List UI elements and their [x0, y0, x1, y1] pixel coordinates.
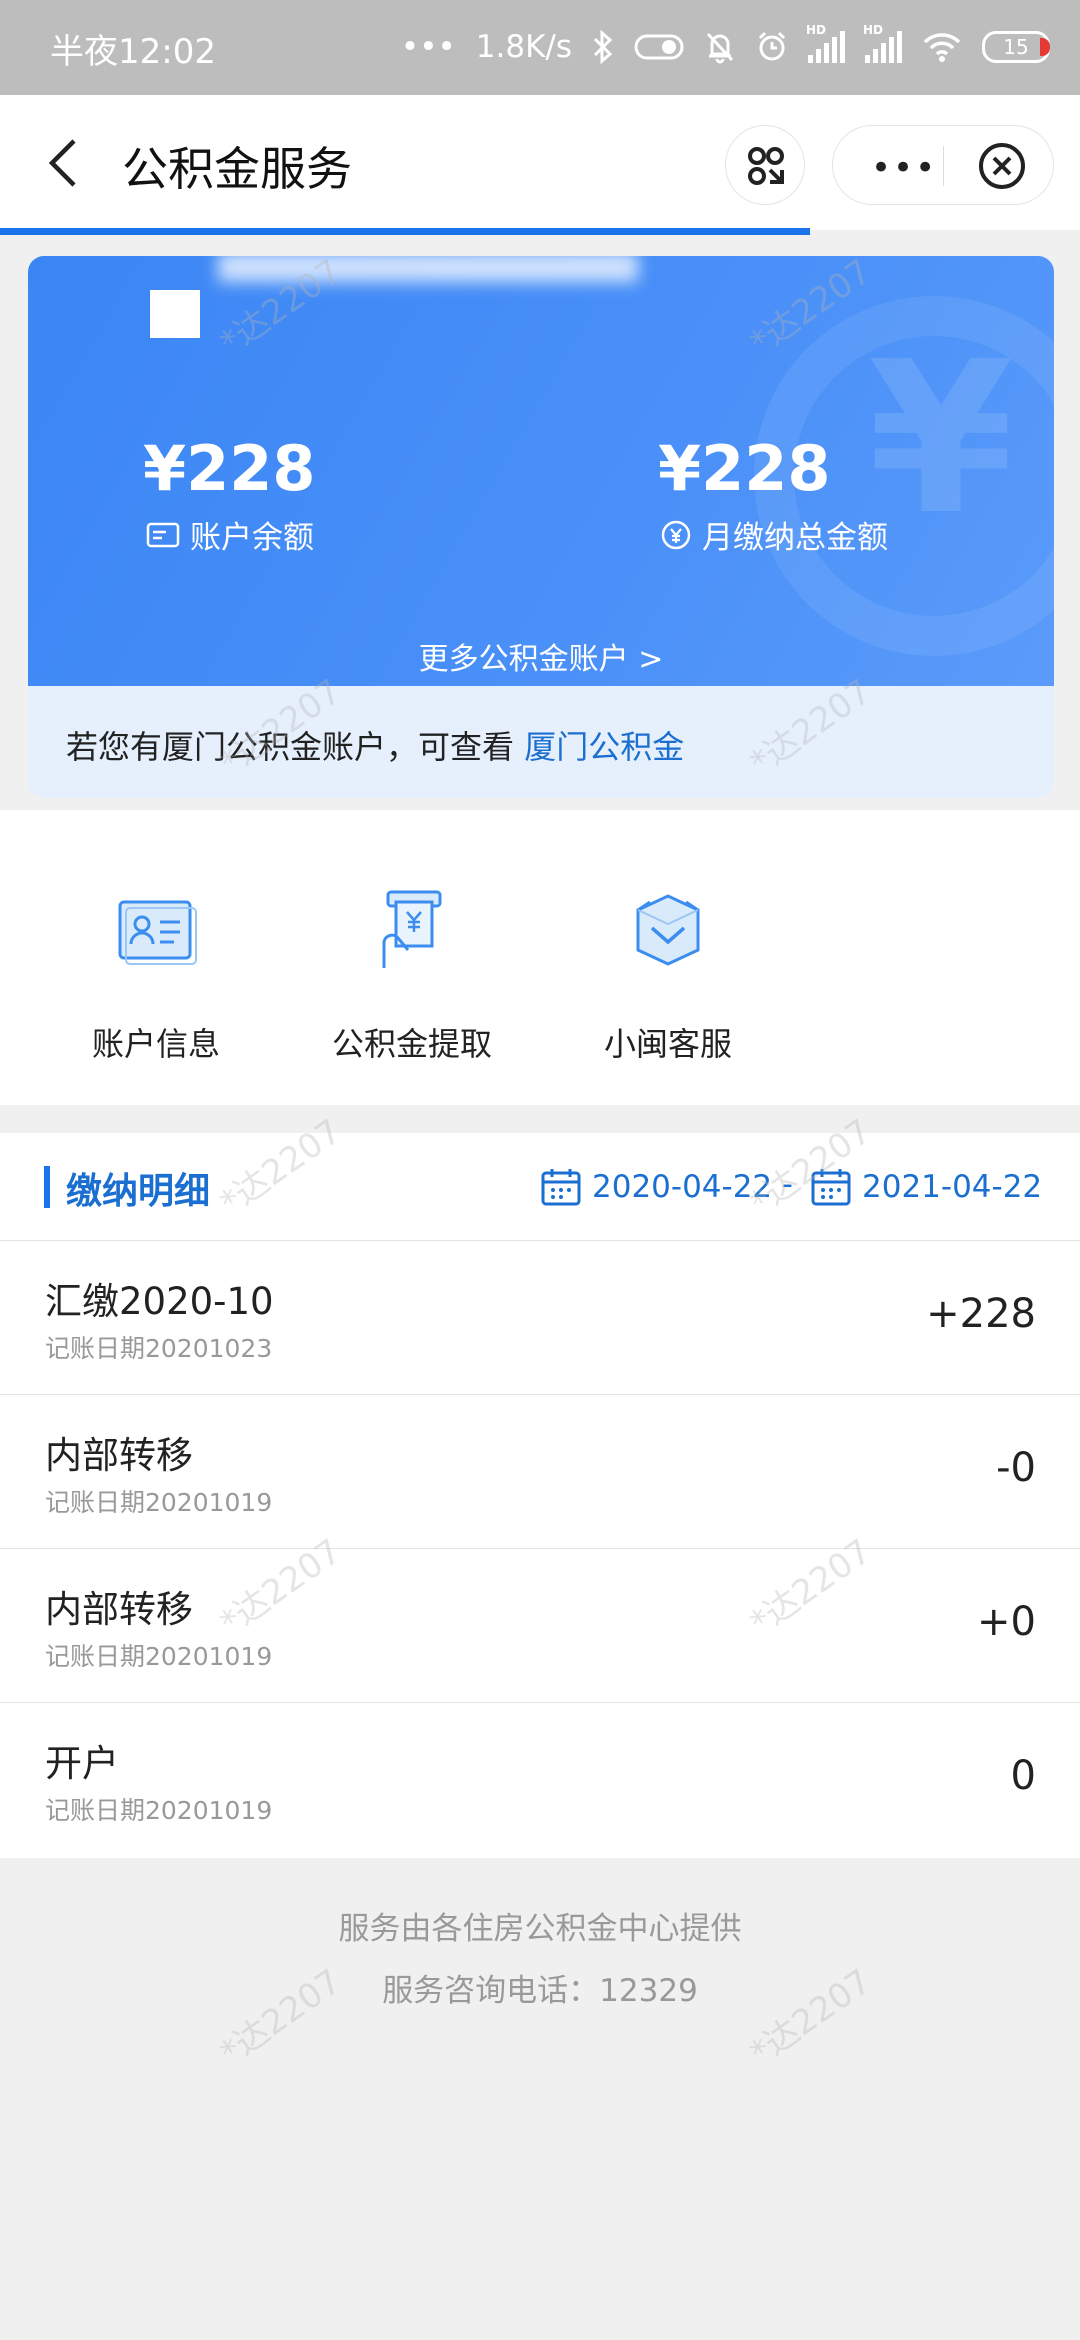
xiamen-notice: 若您有厦门公积金账户，可查看 厦门公积金	[28, 686, 1054, 798]
date-from-picker[interactable]: 2020-04-22	[540, 1167, 772, 1207]
calendar-icon	[811, 1169, 851, 1206]
redacted-block	[150, 290, 200, 338]
status-time: 半夜12:02	[50, 32, 216, 72]
bluetooth-icon	[593, 30, 613, 64]
menu-item-withdraw[interactable]: 公积金提取	[292, 880, 532, 1065]
signal-icon-2: HD	[863, 23, 902, 63]
coin-icon	[661, 520, 691, 549]
capsule-menu: •••	[832, 125, 1054, 205]
monthly-label: 月缴纳总金额	[702, 520, 888, 556]
footer-hotline: 服务咨询电话：12329	[382, 1973, 698, 2009]
record-amount: +0	[977, 1599, 1036, 1645]
menu-item-account-info[interactable]: 账户信息	[36, 880, 276, 1065]
balance-label-row: 账户余额	[146, 512, 314, 557]
close-icon[interactable]	[976, 140, 1028, 192]
withdraw-icon	[382, 890, 442, 968]
account-card: ¥ ¥228 账户余额 ¥228 月缴纳总金额 更多公积金账户 >	[28, 256, 1054, 686]
record-name: 开户	[45, 1742, 119, 1785]
record-date: 记账日期20201019	[45, 1642, 273, 1671]
dots-icon: •••	[400, 29, 456, 65]
menu-label-account-info: 账户信息	[91, 1025, 220, 1063]
wifi-icon	[923, 33, 961, 62]
record-date: 记账日期20201019	[45, 1488, 273, 1517]
xiamen-link[interactable]: 厦门公积金	[524, 728, 684, 766]
customer-service-icon	[636, 894, 700, 966]
nav-bar: 公积金服务 •••	[0, 95, 1080, 230]
id-card-icon	[118, 900, 197, 965]
monthly-amount: ¥228	[658, 432, 831, 505]
record-name: 内部转移	[45, 1434, 193, 1477]
menu-label-withdraw: 公积金提取	[331, 1025, 492, 1063]
page-title: 公积金服务	[122, 142, 352, 196]
redacted-area	[218, 256, 638, 282]
toggle-icon	[634, 34, 684, 60]
record-row[interactable]: 开户 记账日期20201019 0	[0, 1703, 1080, 1857]
quick-menu: 账户信息 公积金提取 小闽客服	[0, 810, 1080, 1105]
calendar-icon	[541, 1169, 581, 1206]
date-to: 2021-04-22	[862, 1169, 1043, 1205]
balance-label: 账户余额	[190, 520, 314, 556]
date-separator: -	[782, 1167, 793, 1202]
battery-icon: 15	[982, 31, 1050, 63]
section-accent-bar	[44, 1166, 50, 1208]
record-amount: +228	[926, 1291, 1036, 1337]
records-title: 缴纳明细	[66, 1171, 211, 1212]
date-to-picker[interactable]: 2021-04-22	[810, 1167, 1042, 1207]
status-icons: ••• 1.8K/s HD HD 15	[401, 22, 1050, 72]
record-row[interactable]: 内部转移 记账日期20201019 -0	[0, 1395, 1080, 1549]
footer-provider: 服务由各住房公积金中心提供	[338, 1911, 742, 1947]
back-arrow-icon[interactable]	[40, 133, 90, 193]
loading-progress-bar	[0, 228, 810, 235]
menu-label-customer-service: 小闽客服	[603, 1025, 732, 1063]
card-icon	[146, 522, 180, 547]
record-date: 记账日期20201023	[45, 1334, 273, 1363]
more-button[interactable]: •••	[871, 148, 937, 188]
monthly-label-row: 月缴纳总金额	[660, 512, 888, 557]
record-date: 记账日期20201019	[45, 1796, 273, 1825]
record-name: 汇缴2020-10	[45, 1280, 274, 1323]
notice-text: 若您有厦门公积金账户，可查看	[66, 728, 515, 766]
alarm-icon	[758, 31, 786, 61]
date-from: 2020-04-22	[592, 1169, 773, 1205]
record-amount: 0	[1010, 1753, 1036, 1799]
menu-item-customer-service[interactable]: 小闽客服	[548, 880, 788, 1065]
mute-bell-icon	[706, 32, 734, 64]
footer: 服务由各住房公积金中心提供 服务咨询电话：12329	[0, 1898, 1080, 2022]
yen-watermark-icon: ¥	[867, 316, 1014, 561]
net-speed: 1.8K/s	[475, 29, 572, 65]
signal-icon: HD	[806, 23, 845, 63]
record-amount: -0	[996, 1445, 1036, 1491]
record-name: 内部转移	[45, 1588, 193, 1631]
capsule-divider	[943, 146, 944, 186]
scan-icon	[748, 147, 784, 185]
scan-button[interactable]	[725, 125, 805, 205]
record-row[interactable]: 内部转移 记账日期20201019 +0	[0, 1549, 1080, 1703]
record-row[interactable]: 汇缴2020-10 记账日期20201023 +228	[0, 1241, 1080, 1395]
records-header: 缴纳明细 2020-04-22 - 2021-04-22	[0, 1133, 1080, 1241]
payment-records: 缴纳明细 2020-04-22 - 2021-04-22 汇缴2020-10 记…	[0, 1133, 1080, 1858]
status-bar: 半夜12:02 ••• 1.8K/s HD HD 15	[0, 0, 1080, 95]
more-accounts-link[interactable]: 更多公积金账户 >	[28, 634, 1054, 678]
balance-amount: ¥228	[143, 432, 316, 505]
